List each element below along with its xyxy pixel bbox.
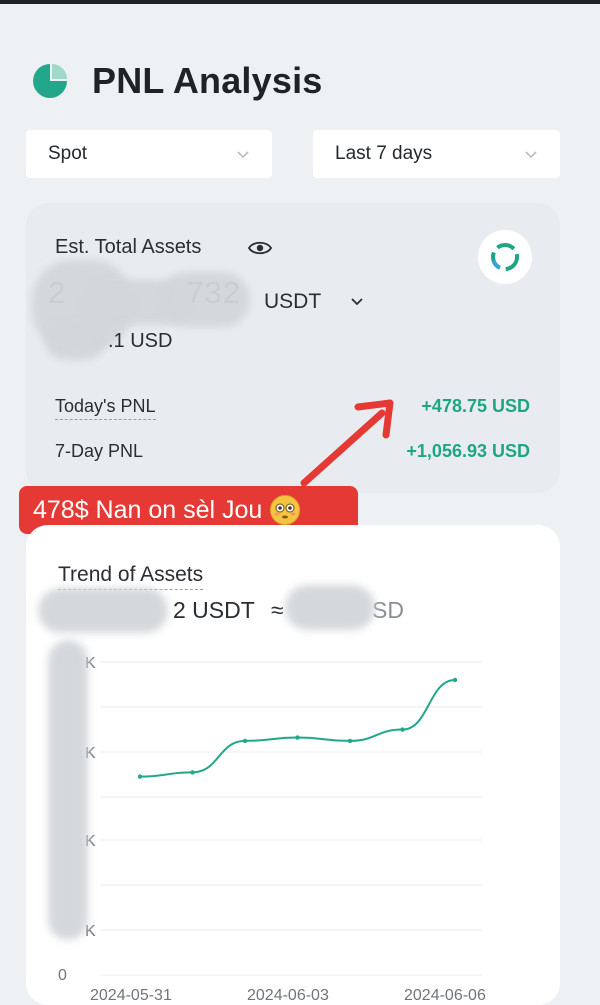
status-bar xyxy=(0,0,600,4)
chart-data-point[interactable] xyxy=(295,735,300,740)
privacy-blur xyxy=(160,272,250,327)
chart-x-tick-label: 2024-06-06 xyxy=(404,987,486,1000)
chart-x-tick-label: 2024-06-03 xyxy=(247,987,329,1000)
chevron-down-icon xyxy=(237,151,249,159)
market-select-value: Spot xyxy=(48,143,88,164)
refresh-icon xyxy=(491,243,519,271)
today-pnl-value: +478.75 USD xyxy=(421,396,530,416)
chart-data-point[interactable] xyxy=(400,727,405,732)
chart-x-tick-label: 2024-05-31 xyxy=(90,987,172,1000)
chart-y-tick-label: 0 xyxy=(58,967,67,984)
asset-unit: USDT xyxy=(264,290,322,313)
date-range-value: Last 7 days xyxy=(335,143,433,164)
privacy-blur xyxy=(48,640,88,940)
page-header: PNL Analysis xyxy=(30,58,323,104)
eye-icon[interactable] xyxy=(248,236,272,260)
chart-data-point[interactable] xyxy=(452,677,458,683)
refresh-button[interactable] xyxy=(478,230,532,284)
trend-value-usd: SD xyxy=(372,597,404,623)
trend-chart: KKKK02024-05-31 2024-06-03 2024-06-06 xyxy=(58,655,486,1000)
pie-chart-icon xyxy=(33,62,69,98)
total-assets-usd: .1 USD xyxy=(108,330,173,352)
annotation-arrow xyxy=(300,399,394,487)
privacy-blur xyxy=(38,588,168,633)
privacy-blur xyxy=(45,320,105,360)
week-pnl-label: 7-Day PNL xyxy=(55,441,144,461)
chevron-down-icon[interactable] xyxy=(350,294,364,308)
market-select[interactable]: Spot xyxy=(26,130,272,178)
chevron-down-icon xyxy=(525,151,537,159)
total-assets-label: Est. Total Assets xyxy=(55,236,202,258)
chart-data-point[interactable] xyxy=(137,774,143,779)
week-pnl-value: +1,056.93 USD xyxy=(406,441,530,461)
page-title: PNL Analysis xyxy=(92,60,323,101)
flushed-face-emoji-icon xyxy=(270,495,301,525)
today-pnl-label[interactable]: Today's PNL xyxy=(55,396,156,420)
trend-value-usdt: 2 USDT xyxy=(173,597,255,623)
chart-series-line xyxy=(139,679,456,778)
date-range-select[interactable]: Last 7 days xyxy=(313,130,560,178)
trend-approx: ≈ xyxy=(271,597,284,623)
privacy-blur xyxy=(285,585,375,630)
chart-data-point[interactable] xyxy=(347,738,353,744)
annotation-text: 478$ Nan on sèl Jou xyxy=(33,495,263,524)
chart-data-point[interactable] xyxy=(190,770,195,775)
trend-title[interactable]: Trend of Assets xyxy=(58,563,204,590)
chart-data-point[interactable] xyxy=(242,738,248,744)
